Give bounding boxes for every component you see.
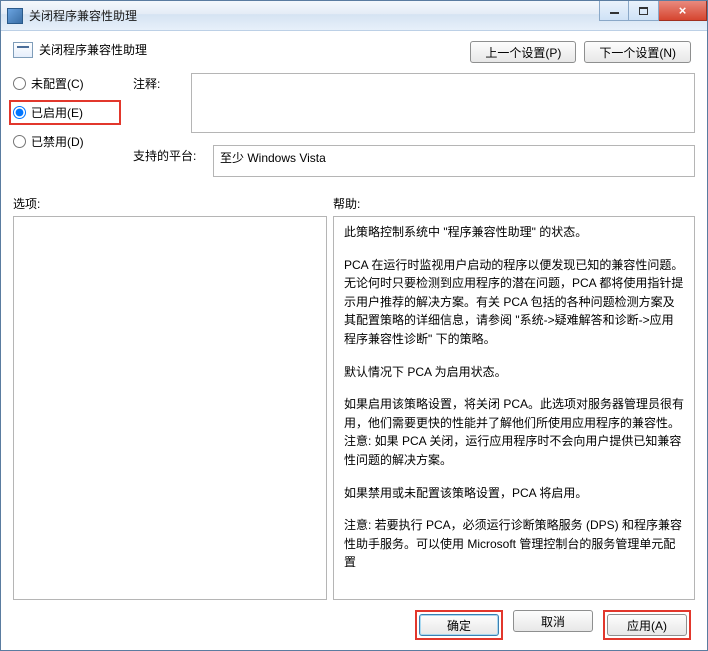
apply-button[interactable]: 应用(A) (607, 614, 687, 636)
section-labels: 选项: 帮助: (13, 195, 695, 212)
apply-highlight: 应用(A) (603, 610, 691, 640)
comment-input[interactable] (191, 73, 695, 133)
ok-button[interactable]: 确定 (419, 614, 499, 636)
next-setting-button[interactable]: 下一个设置(N) (584, 41, 691, 63)
window-controls: × (599, 1, 707, 21)
window-title: 关闭程序兼容性助理 (29, 7, 137, 24)
cancel-button[interactable]: 取消 (513, 610, 593, 632)
platform-row: 支持的平台: 至少 Windows Vista (133, 145, 695, 177)
radio-not-configured-input[interactable] (13, 77, 26, 90)
dialog-window: 关闭程序兼容性助理 × 关闭程序兼容性助理 上一个设置(P) 下一个设置(N) … (0, 0, 708, 651)
help-text: PCA 在运行时监视用户启动的程序以便发现已知的兼容性问题。无论何时只要检测到应… (344, 256, 684, 349)
radio-disabled-label: 已禁用(D) (31, 133, 84, 150)
radio-disabled[interactable]: 已禁用(D) (13, 133, 115, 150)
footer-buttons: 确定 取消 应用(A) (13, 600, 695, 642)
help-text: 默认情况下 PCA 为启用状态。 (344, 363, 684, 382)
nav-buttons: 上一个设置(P) 下一个设置(N) (470, 41, 695, 63)
radio-disabled-input[interactable] (13, 135, 26, 148)
platform-label: 支持的平台: (133, 145, 203, 177)
radio-not-configured-label: 未配置(C) (31, 75, 84, 92)
help-panel[interactable]: 此策略控制系统中 "程序兼容性助理" 的状态。 PCA 在运行时监视用户启动的程… (333, 216, 695, 600)
platform-value: 至少 Windows Vista (213, 145, 695, 177)
policy-icon (13, 42, 33, 58)
titlebar[interactable]: 关闭程序兼容性助理 × (1, 1, 707, 31)
previous-setting-button[interactable]: 上一个设置(P) (470, 41, 576, 63)
radio-enabled-label: 已启用(E) (31, 104, 83, 121)
header-row: 关闭程序兼容性助理 上一个设置(P) 下一个设置(N) (13, 41, 695, 63)
close-button[interactable]: × (659, 1, 707, 21)
minimize-button[interactable] (599, 1, 629, 21)
ok-highlight: 确定 (415, 610, 503, 640)
content-area: 关闭程序兼容性助理 上一个设置(P) 下一个设置(N) 未配置(C) 已启用(E… (1, 31, 707, 650)
policy-title: 关闭程序兼容性助理 (13, 41, 147, 58)
comment-row: 注释: (133, 73, 695, 133)
help-text: 注意: 若要执行 PCA，必须运行诊断策略服务 (DPS) 和程序兼容性助手服务… (344, 516, 684, 572)
options-panel[interactable] (13, 216, 327, 600)
radio-group: 未配置(C) 已启用(E) 已禁用(D) (13, 73, 115, 150)
help-text: 此策略控制系统中 "程序兼容性助理" 的状态。 (344, 223, 684, 242)
fields-column: 注释: 支持的平台: 至少 Windows Vista (133, 73, 695, 177)
help-text: 如果禁用或未配置该策略设置，PCA 将启用。 (344, 484, 684, 503)
radio-not-configured[interactable]: 未配置(C) (13, 75, 115, 92)
radio-enabled[interactable]: 已启用(E) (9, 100, 121, 125)
options-label: 选项: (13, 195, 333, 212)
policy-title-text: 关闭程序兼容性助理 (39, 41, 147, 58)
maximize-button[interactable] (629, 1, 659, 21)
help-text: 如果启用该策略设置，将关闭 PCA。此选项对服务器管理员很有用，他们需要更快的性… (344, 395, 684, 469)
app-icon (7, 8, 23, 24)
config-row: 未配置(C) 已启用(E) 已禁用(D) 注释: 支持的平台: (13, 73, 695, 177)
comment-label: 注释: (133, 73, 181, 133)
radio-enabled-input[interactable] (13, 106, 26, 119)
help-label: 帮助: (333, 195, 360, 212)
panels: 此策略控制系统中 "程序兼容性助理" 的状态。 PCA 在运行时监视用户启动的程… (13, 216, 695, 600)
